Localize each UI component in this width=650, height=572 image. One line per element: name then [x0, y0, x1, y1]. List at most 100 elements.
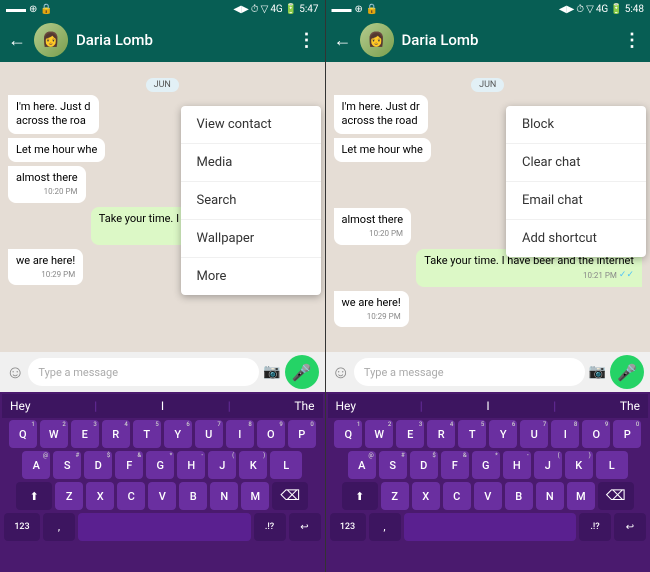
kbd-row-3: ⬆ Z X C V B N M ⌫	[4, 482, 321, 510]
key-r-123[interactable]: 123	[330, 513, 366, 541]
menu-clear-chat[interactable]: Clear chat	[506, 144, 646, 182]
key-space[interactable]	[78, 513, 251, 541]
key-n[interactable]: N	[210, 482, 238, 510]
key-r-z[interactable]: Z	[381, 482, 409, 510]
msg-r-time-4: 10:29 PM	[342, 312, 401, 322]
key-h[interactable]: H-	[177, 451, 205, 479]
key-r-t[interactable]: T5	[458, 420, 486, 448]
key-r-v[interactable]: V	[474, 482, 502, 510]
key-j[interactable]: J(	[208, 451, 236, 479]
key-r-enter[interactable]: ↩	[614, 513, 646, 541]
key-r-y[interactable]: Y6	[489, 420, 517, 448]
key-a[interactable]: A@	[22, 451, 50, 479]
key-r-i[interactable]: I8	[551, 420, 579, 448]
suggestion-i-2[interactable]: I	[486, 399, 489, 413]
key-o[interactable]: O9	[257, 420, 285, 448]
menu-add-shortcut[interactable]: Add shortcut	[506, 220, 646, 257]
camera-button[interactable]: 📷	[263, 364, 280, 380]
more-menu-button-2[interactable]: ⋮	[623, 30, 642, 51]
key-i[interactable]: I8	[226, 420, 254, 448]
key-m[interactable]: M	[241, 482, 269, 510]
key-r-w[interactable]: W2	[365, 420, 393, 448]
key-r-c[interactable]: C	[443, 482, 471, 510]
key-z[interactable]: Z	[55, 482, 83, 510]
key-x[interactable]: X	[86, 482, 114, 510]
menu-block[interactable]: Block	[506, 106, 646, 144]
key-e[interactable]: E3	[71, 420, 99, 448]
key-enter[interactable]: ↩	[289, 513, 321, 541]
key-w[interactable]: W2	[40, 420, 68, 448]
menu-email-chat[interactable]: Email chat	[506, 182, 646, 220]
key-r-x[interactable]: X	[412, 482, 440, 510]
key-r-q[interactable]: Q1	[334, 420, 362, 448]
key-r-m[interactable]: M	[567, 482, 595, 510]
key-r-j[interactable]: J(	[534, 451, 562, 479]
key-r-b[interactable]: B	[505, 482, 533, 510]
kbd-row-r2: A@ S# D$ F& G* H- J( K) L	[330, 451, 647, 479]
suggestion-hey[interactable]: Hey	[10, 399, 31, 413]
camera-button-2[interactable]: 📷	[589, 364, 606, 380]
key-r-n[interactable]: N	[536, 482, 564, 510]
key-r-e[interactable]: E3	[396, 420, 424, 448]
mic-button-2[interactable]: 🎤	[610, 355, 644, 389]
suggestion-the[interactable]: The	[294, 399, 314, 413]
mic-button[interactable]: 🎤	[285, 355, 319, 389]
emoji-button-2[interactable]: ☺	[332, 362, 350, 383]
key-r-a[interactable]: A@	[348, 451, 376, 479]
key-q[interactable]: Q1	[9, 420, 37, 448]
menu-view-contact[interactable]: View contact	[181, 106, 321, 144]
key-delete[interactable]: ⌫	[272, 482, 308, 510]
key-y[interactable]: Y6	[164, 420, 192, 448]
key-r-p[interactable]: P0	[613, 420, 641, 448]
key-k[interactable]: K)	[239, 451, 267, 479]
key-v[interactable]: V	[148, 482, 176, 510]
menu-search[interactable]: Search	[181, 182, 321, 220]
back-button[interactable]: ←	[8, 30, 26, 51]
suggestion-hey-2[interactable]: Hey	[336, 399, 357, 413]
key-shift[interactable]: ⬆	[16, 482, 52, 510]
key-r-o[interactable]: O9	[582, 420, 610, 448]
menu-media[interactable]: Media	[181, 144, 321, 182]
bubble-in-1: I'm here. Just dacross the roa	[8, 95, 99, 134]
menu-wallpaper[interactable]: Wallpaper	[181, 220, 321, 258]
key-r-s[interactable]: S#	[379, 451, 407, 479]
key-r-l[interactable]: L	[596, 451, 628, 479]
key-r-u[interactable]: U7	[520, 420, 548, 448]
key-r-d[interactable]: D$	[410, 451, 438, 479]
key-s[interactable]: S#	[53, 451, 81, 479]
suggestion-the-2[interactable]: The	[620, 399, 640, 413]
message-input-right[interactable]: Type a message	[354, 358, 585, 386]
key-r-comma[interactable]: ,	[369, 513, 401, 541]
key-u[interactable]: U7	[195, 420, 223, 448]
back-button-2[interactable]: ←	[334, 30, 352, 51]
key-d[interactable]: D$	[84, 451, 112, 479]
key-r-shift[interactable]: ⬆	[342, 482, 378, 510]
key-g[interactable]: G*	[146, 451, 174, 479]
key-r-k[interactable]: K)	[565, 451, 593, 479]
key-r-g[interactable]: G*	[472, 451, 500, 479]
key-r[interactable]: R4	[102, 420, 130, 448]
menu-more[interactable]: More	[181, 258, 321, 295]
key-l[interactable]: L	[270, 451, 302, 479]
key-123[interactable]: 123	[4, 513, 40, 541]
key-f[interactable]: F&	[115, 451, 143, 479]
key-r-punctuation[interactable]: .!?	[579, 513, 611, 541]
key-r-f[interactable]: F&	[441, 451, 469, 479]
key-b[interactable]: B	[179, 482, 207, 510]
more-menu-button[interactable]: ⋮	[298, 30, 317, 51]
key-r-delete[interactable]: ⌫	[598, 482, 634, 510]
key-p[interactable]: P0	[288, 420, 316, 448]
key-t[interactable]: T5	[133, 420, 161, 448]
key-r-r[interactable]: R4	[427, 420, 455, 448]
suggestion-i[interactable]: I	[161, 399, 164, 413]
bubble-in-4: we are here! 10:29 PM	[8, 249, 83, 286]
key-c[interactable]: C	[117, 482, 145, 510]
key-comma[interactable]: ,	[43, 513, 75, 541]
key-r-space[interactable]	[404, 513, 577, 541]
emoji-button[interactable]: ☺	[6, 362, 24, 383]
key-punctuation[interactable]: .!?	[254, 513, 286, 541]
message-input-left[interactable]: Type a message	[28, 358, 259, 386]
key-r-h[interactable]: H-	[503, 451, 531, 479]
contact-avatar[interactable]: 👩	[34, 23, 68, 57]
contact-avatar-2[interactable]: 👩	[360, 23, 394, 57]
